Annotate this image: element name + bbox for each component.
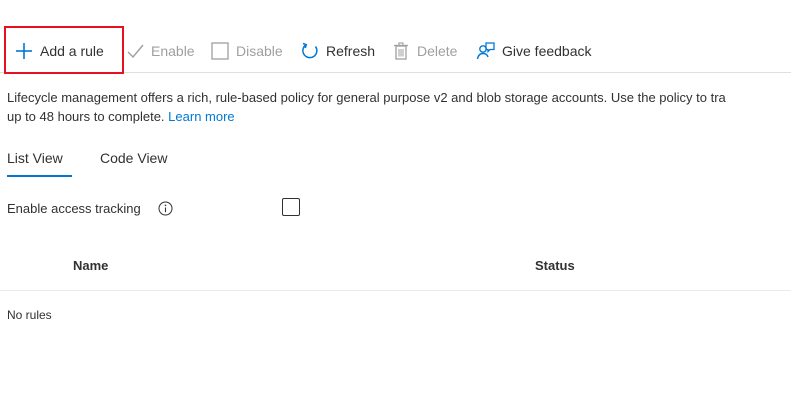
access-tracking-checkbox[interactable] (282, 198, 300, 216)
description-line-2: up to 48 hours to complete. Learn more (7, 107, 791, 126)
checkbox-outline-icon (210, 41, 230, 61)
enable-label: Enable (151, 43, 195, 59)
delete-label: Delete (417, 43, 458, 59)
enable-button[interactable]: Enable (125, 38, 195, 64)
access-tracking-label: Enable access tracking (7, 201, 141, 216)
disable-button[interactable]: Disable (210, 38, 283, 64)
refresh-button[interactable]: Refresh (300, 38, 375, 64)
column-header-name[interactable]: Name (73, 258, 108, 273)
rules-table-header: Name Status (0, 250, 791, 291)
refresh-icon (300, 41, 320, 61)
active-tab-indicator (7, 175, 72, 177)
delete-button[interactable]: Delete (391, 38, 457, 64)
description-line-1: Lifecycle management offers a rich, rule… (7, 90, 726, 105)
give-feedback-button[interactable]: Give feedback (476, 38, 592, 64)
description-text: Lifecycle management offers a rich, rule… (7, 88, 791, 126)
tab-code-view[interactable]: Code View (100, 146, 167, 170)
description-line-2-text: up to 48 hours to complete. (7, 109, 165, 124)
highlight-box (4, 26, 124, 74)
refresh-label: Refresh (326, 43, 376, 59)
column-header-status[interactable]: Status (535, 258, 575, 273)
trash-icon (391, 41, 411, 61)
disable-label: Disable (236, 43, 283, 59)
empty-table-message: No rules (7, 308, 52, 322)
feedback-person-icon (476, 41, 496, 61)
give-feedback-label: Give feedback (502, 43, 592, 59)
checkmark-icon (125, 41, 145, 61)
tab-list-view[interactable]: List View (7, 146, 63, 170)
learn-more-link[interactable]: Learn more (168, 109, 234, 124)
info-icon[interactable] (158, 201, 173, 216)
